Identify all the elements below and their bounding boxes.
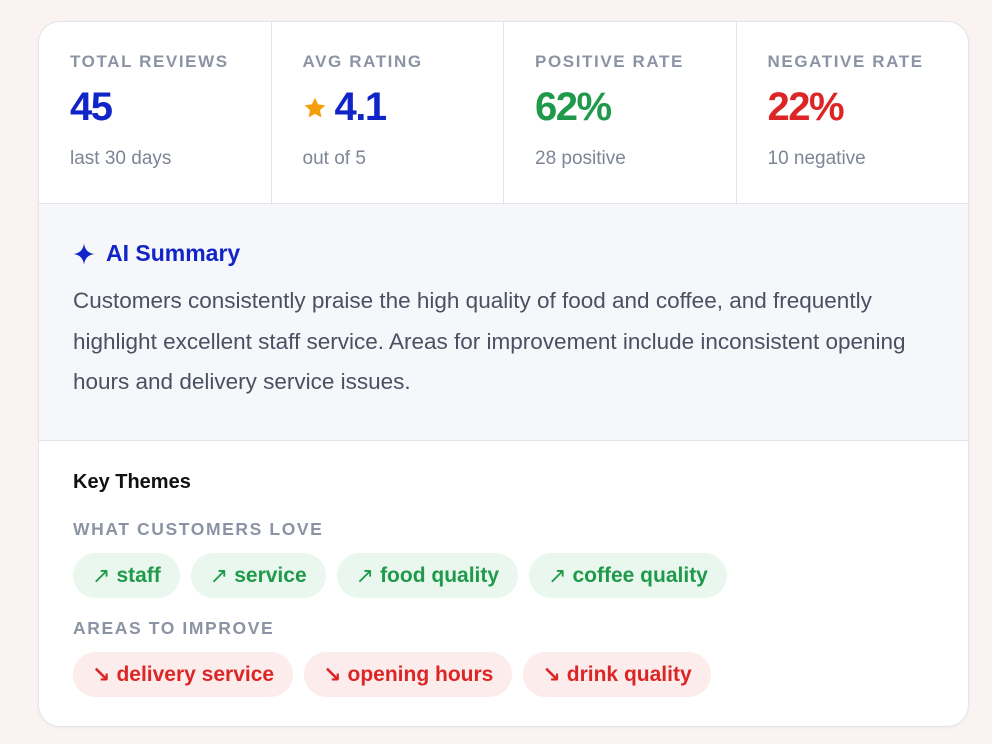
- stat-value: 4.1: [334, 85, 388, 129]
- stat-label: NEGATIVE RATE: [767, 52, 924, 71]
- stats-row: TOTAL REVIEWS 45 last 30 days AVG RATING…: [39, 22, 968, 204]
- trend-down-icon: ↘: [542, 661, 561, 687]
- stat-positive-rate: POSITIVE RATE 62% 28 positive: [504, 22, 737, 203]
- improve-group-label: AREAS TO IMPROVE: [73, 618, 275, 638]
- chip-label: delivery service: [116, 662, 275, 686]
- chip-label: opening hours: [347, 662, 494, 686]
- stat-total-reviews: TOTAL REVIEWS 45 last 30 days: [39, 22, 272, 203]
- love-chips: ↗ staff ↗ service ↗ food quality ↗ coffe…: [73, 553, 934, 598]
- trend-up-icon: ↗: [548, 562, 567, 588]
- ai-summary-section: AI Summary Customers consistently praise…: [39, 204, 968, 441]
- ai-summary-title: AI Summary: [106, 240, 241, 266]
- key-themes-section: Key Themes WHAT CUSTOMERS LOVE ↗ staff ↗…: [39, 441, 968, 697]
- theme-chip-food-quality[interactable]: ↗ food quality: [336, 553, 519, 598]
- stat-value: 22%: [767, 85, 845, 129]
- theme-chip-opening-hours[interactable]: ↘ opening hours: [304, 652, 513, 697]
- chip-label: service: [234, 563, 307, 587]
- trend-up-icon: ↗: [355, 562, 375, 588]
- stat-label: POSITIVE RATE: [535, 52, 684, 71]
- theme-chip-drink-quality[interactable]: ↘ drink quality: [523, 652, 711, 697]
- chip-label: coffee quality: [572, 563, 708, 587]
- stat-subtext: 10 negative: [767, 148, 866, 169]
- stat-subtext: last 30 days: [70, 148, 172, 169]
- improve-chips: ↘ delivery service ↘ opening hours ↘ dri…: [73, 652, 934, 697]
- theme-chip-delivery-service[interactable]: ↘ delivery service: [73, 652, 294, 697]
- trend-up-icon: ↗: [209, 562, 229, 588]
- love-group-label: WHAT CUSTOMERS LOVE: [73, 519, 324, 539]
- trend-down-icon: ↘: [323, 661, 342, 687]
- stat-avg-rating: AVG RATING 4.1 out of 5: [272, 22, 504, 203]
- ai-summary-text: Customers consistently praise the high q…: [73, 288, 906, 394]
- stat-value: 62%: [535, 85, 612, 129]
- chip-label: staff: [116, 563, 161, 587]
- chip-label: drink quality: [566, 662, 692, 686]
- key-themes-title: Key Themes: [73, 471, 191, 493]
- trend-down-icon: ↘: [92, 661, 111, 687]
- stat-label: AVG RATING: [302, 52, 423, 71]
- theme-chip-service[interactable]: ↗ service: [190, 553, 326, 598]
- stat-subtext: 28 positive: [535, 148, 626, 169]
- stat-value: 45: [70, 85, 113, 129]
- stat-subtext: out of 5: [302, 148, 366, 169]
- review-insights-card: TOTAL REVIEWS 45 last 30 days AVG RATING…: [38, 21, 969, 727]
- stat-label: TOTAL REVIEWS: [70, 52, 229, 71]
- theme-chip-coffee-quality[interactable]: ↗ coffee quality: [529, 553, 727, 598]
- star-icon: [304, 97, 325, 118]
- theme-chip-staff[interactable]: ↗ staff: [73, 553, 180, 598]
- stat-negative-rate: NEGATIVE RATE 22% 10 negative: [737, 22, 969, 203]
- sparkle-icon: [73, 242, 95, 265]
- chip-label: food quality: [380, 563, 500, 587]
- trend-up-icon: ↗: [92, 562, 111, 588]
